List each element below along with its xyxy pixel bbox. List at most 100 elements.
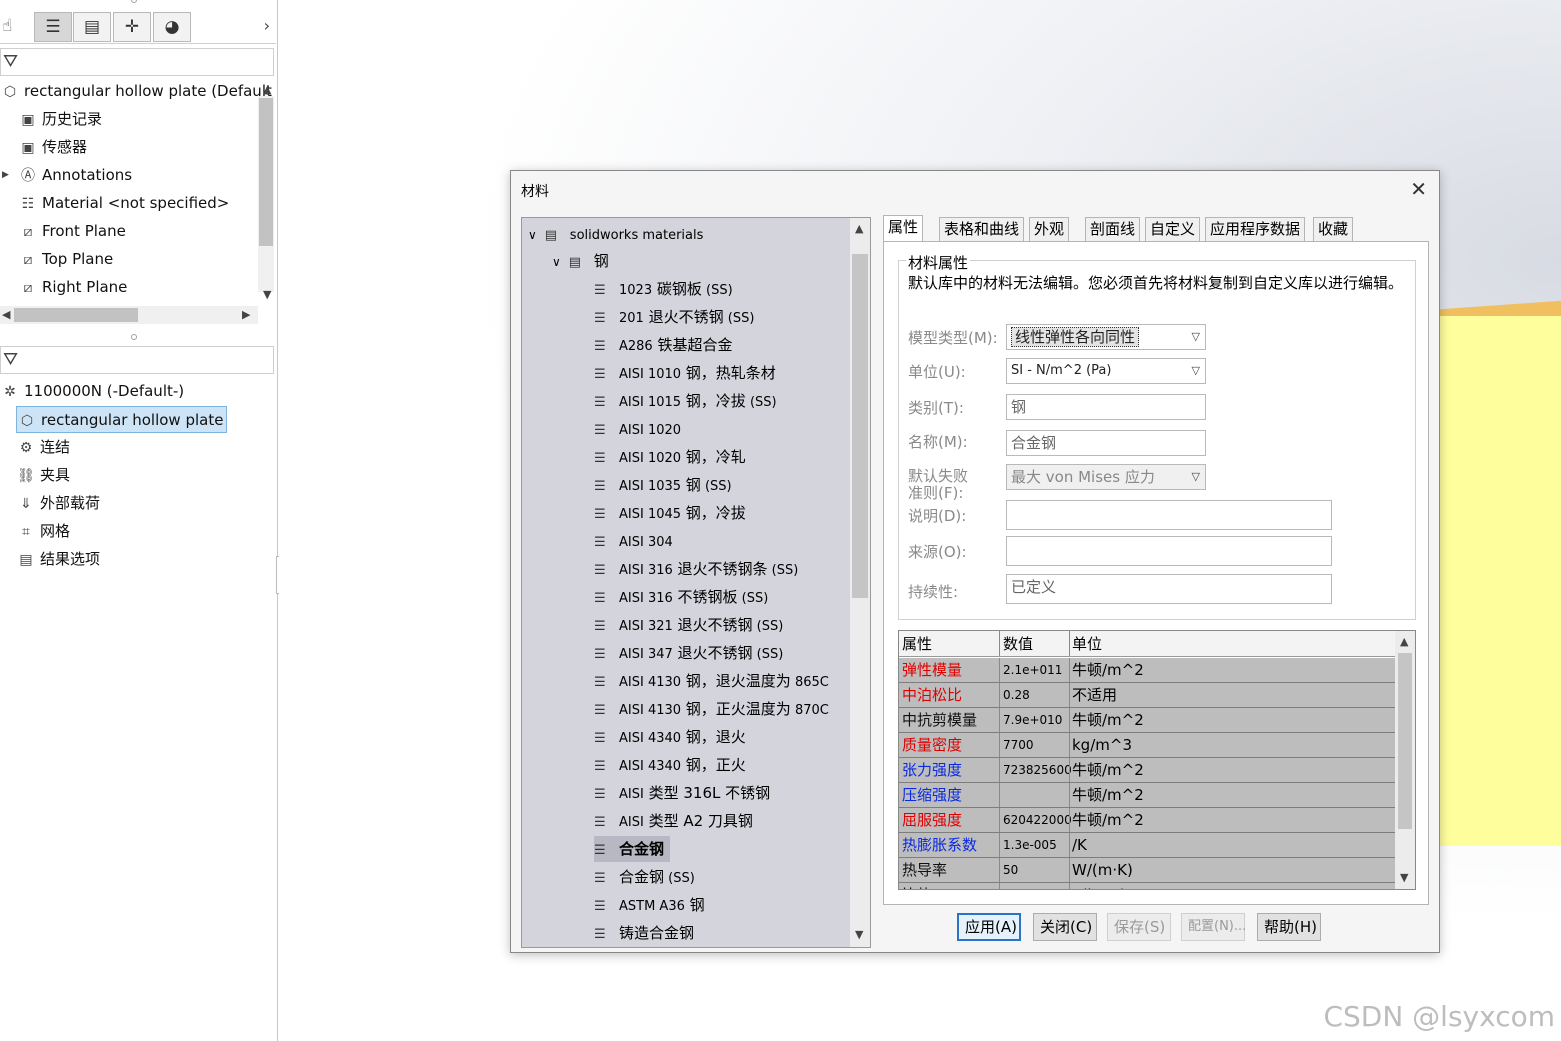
table-row[interactable]: 中泊松比 0.28 不适用 — [899, 683, 1395, 708]
tab-tables-curves[interactable]: 表格和曲线 — [939, 217, 1025, 241]
tree-item-sensors[interactable]: ▣ 传感器 — [18, 134, 87, 160]
material-item[interactable]: ☰ AISI 4340 钢，正火 — [594, 752, 746, 778]
tree-item-right-plane[interactable]: ⧄ Right Plane — [18, 274, 128, 300]
simulation-study-root[interactable]: ✲ 1100000N (-Default-) — [0, 378, 184, 404]
sim-item-fixtures[interactable]: ⛓ 夹具 — [16, 462, 70, 488]
material-item[interactable]: ☰ AISI 类型 A2 刀具钢 — [594, 808, 753, 834]
material-item[interactable]: ☰ 1023 碳钢板 (SS) — [594, 276, 733, 302]
material-item[interactable]: ☰ AISI 类型 316L 不锈钢 — [594, 780, 770, 806]
material-item[interactable]: ☰ AISI 1010 钢，热轧条材 — [594, 360, 776, 386]
help-button[interactable]: 帮助(H) — [1257, 913, 1321, 941]
tab-crosshatch[interactable]: 剖面线 — [1085, 217, 1141, 241]
material-item[interactable]: ☰ AISI 1020 钢，冷轧 — [594, 444, 746, 470]
model-body[interactable] — [1440, 316, 1561, 846]
table-row[interactable]: 热导率 50 W/(m·K) — [899, 858, 1395, 883]
tab-appearance[interactable]: 外观 — [1029, 217, 1070, 241]
filter-icon[interactable]: ⛛ — [3, 349, 18, 370]
scroll-up-icon[interactable]: ▲ — [1400, 635, 1408, 648]
library-root[interactable]: ∨ ▤ solidworks materials — [528, 221, 703, 247]
table-row[interactable]: 压缩强度 牛顿/m^2 — [899, 783, 1395, 808]
tab-application-data[interactable]: 应用程序数据 — [1205, 217, 1306, 241]
scroll-thumb[interactable] — [259, 98, 273, 246]
tab-favorites[interactable]: 收藏 — [1313, 217, 1354, 241]
material-tree-scrollbar[interactable]: ▲ ▼ — [850, 218, 870, 947]
description-field[interactable] — [1006, 500, 1332, 530]
property-manager-tab-icon[interactable]: ▤ — [73, 12, 111, 42]
display-manager-tab-icon[interactable]: ◕ — [153, 12, 191, 42]
category-steel[interactable]: ∨ ▤ 钢 — [552, 248, 609, 274]
material-item[interactable]: ☰ AISI 1020 — [594, 416, 681, 442]
material-list-icon: ☰ — [594, 871, 606, 886]
table-row[interactable]: 弹性模量 2.1e+011 牛顿/m^2 — [899, 658, 1395, 683]
table-row[interactable]: 屈服强度 620422000 牛顿/m^2 — [899, 808, 1395, 833]
property-table-scrollbar[interactable]: ▲ ▼ — [1395, 631, 1415, 889]
sim-item-connections[interactable]: ⚙ 连结 — [16, 434, 70, 460]
material-item[interactable]: ☰ AISI 4130 钢，退火温度为 865C — [594, 668, 829, 694]
tab-custom[interactable]: 自定义 — [1145, 217, 1201, 241]
tree-item-top-plane[interactable]: ⧄ Top Plane — [18, 246, 114, 272]
feature-filter[interactable]: ⛛ — [0, 48, 274, 76]
sim-item-external-loads[interactable]: ⇓ 外部载荷 — [16, 490, 100, 516]
table-row[interactable]: 中抗剪模量 7.9e+010 牛顿/m^2 — [899, 708, 1395, 733]
simulation-filter[interactable]: ⛛ — [0, 346, 274, 374]
sim-item-mesh[interactable]: ⌗ 网格 — [16, 518, 70, 544]
chevron-right-icon[interactable]: › — [264, 16, 270, 35]
material-item[interactable]: ☰ 铸造合金钢 — [594, 920, 694, 946]
material-item[interactable]: ☰ AISI 316 不锈钢板 (SS) — [594, 584, 768, 610]
table-row[interactable]: 比热 460 J/(kg·K) — [899, 883, 1395, 889]
scroll-right-icon[interactable]: ▶ — [242, 308, 250, 321]
material-item[interactable]: ☰ 201 退火不锈钢 (SS) — [594, 304, 754, 330]
scroll-down-icon[interactable]: ▼ — [855, 928, 863, 941]
close-icon[interactable]: ✕ — [1410, 177, 1427, 201]
model-type-select[interactable]: 线性弹性各向同性 ▽ — [1006, 324, 1206, 350]
material-item[interactable]: ☰ AISI 321 退火不锈钢 (SS) — [594, 612, 783, 638]
table-row[interactable]: 质量密度 7700 kg/m^3 — [899, 733, 1395, 758]
scroll-down-icon[interactable]: ▼ — [1400, 871, 1408, 884]
material-item[interactable]: ☰ 合金钢 (SS) — [594, 864, 695, 890]
feature-tree-root[interactable]: ⬡ rectangular hollow plate (Default — [0, 78, 272, 104]
splitter-grip-icon[interactable] — [131, 0, 137, 3]
material-item[interactable]: ☰ AISI 4130 钢，正火温度为 870C — [594, 696, 829, 722]
source-field[interactable] — [1006, 536, 1332, 566]
chevron-down-icon[interactable]: ∨ — [528, 228, 537, 242]
feature-tree-vscrollbar[interactable] — [258, 96, 274, 292]
material-item[interactable]: ☰ AISI 347 退火不锈钢 (SS) — [594, 640, 783, 666]
unit-select[interactable]: SI - N/m^2 (Pa) ▽ — [1006, 358, 1206, 384]
sim-item-part[interactable]: ⬡ rectangular hollow plate — [16, 406, 228, 433]
expand-arrow-icon[interactable]: ▶ — [2, 170, 9, 180]
tree-item-annotations[interactable]: Ⓐ Annotations — [18, 162, 132, 188]
tree-item-history[interactable]: ▣ 历史记录 — [18, 106, 102, 132]
material-item[interactable]: ☰ AISI 304 — [594, 528, 673, 554]
scroll-left-icon[interactable]: ◀ — [2, 308, 10, 321]
simulation-tab-icon[interactable]: ☝ — [2, 16, 12, 36]
tab-properties[interactable]: 属性 — [883, 215, 924, 241]
scroll-thumb[interactable] — [14, 308, 138, 322]
material-item[interactable]: ☰ ASTM A36 钢 — [594, 892, 705, 918]
feature-manager-tab-icon[interactable]: ☰ — [34, 12, 72, 42]
material-item[interactable]: ☰ AISI 1035 钢 (SS) — [594, 472, 732, 498]
scroll-thumb[interactable] — [1398, 653, 1412, 829]
feature-tree-hscrollbar[interactable] — [0, 306, 258, 324]
tree-item-front-plane[interactable]: ⧄ Front Plane — [18, 218, 126, 244]
material-item[interactable]: ☰ AISI 1045 钢，冷拔 — [594, 500, 746, 526]
material-item[interactable]: ☰ AISI 316 退火不锈钢条 (SS) — [594, 556, 798, 582]
scroll-thumb[interactable] — [852, 254, 868, 598]
material-suffix: (SS) — [701, 283, 733, 298]
splitter-grip-icon[interactable] — [131, 334, 137, 340]
configuration-manager-tab-icon[interactable]: ✛ — [113, 12, 151, 42]
table-row[interactable]: 张力强度 723825600 牛顿/m^2 — [899, 758, 1395, 783]
apply-button[interactable]: 应用(A) — [957, 913, 1021, 941]
table-row[interactable]: 热膨胀系数 1.3e-005/K — [899, 833, 1395, 858]
material-item[interactable]: ☰ A286 铁基超合金 — [594, 332, 733, 358]
material-item[interactable]: ☰ 合金钢 — [594, 836, 671, 862]
scroll-up-icon[interactable]: ▲ — [263, 83, 271, 96]
material-item[interactable]: ☰ AISI 1015 钢，冷拔 (SS) — [594, 388, 777, 414]
chevron-down-icon[interactable]: ∨ — [552, 255, 561, 269]
scroll-down-icon[interactable]: ▼ — [263, 288, 271, 301]
material-item[interactable]: ☰ AISI 4340 钢，退火 — [594, 724, 746, 750]
sim-item-result-options[interactable]: ▤ 结果选项 — [16, 546, 100, 572]
close-button[interactable]: 关闭(C) — [1033, 913, 1097, 941]
tree-item-material[interactable]: ☷ Material <not specified> — [18, 190, 230, 216]
scroll-up-icon[interactable]: ▲ — [855, 222, 863, 235]
filter-icon[interactable]: ⛛ — [3, 51, 18, 72]
